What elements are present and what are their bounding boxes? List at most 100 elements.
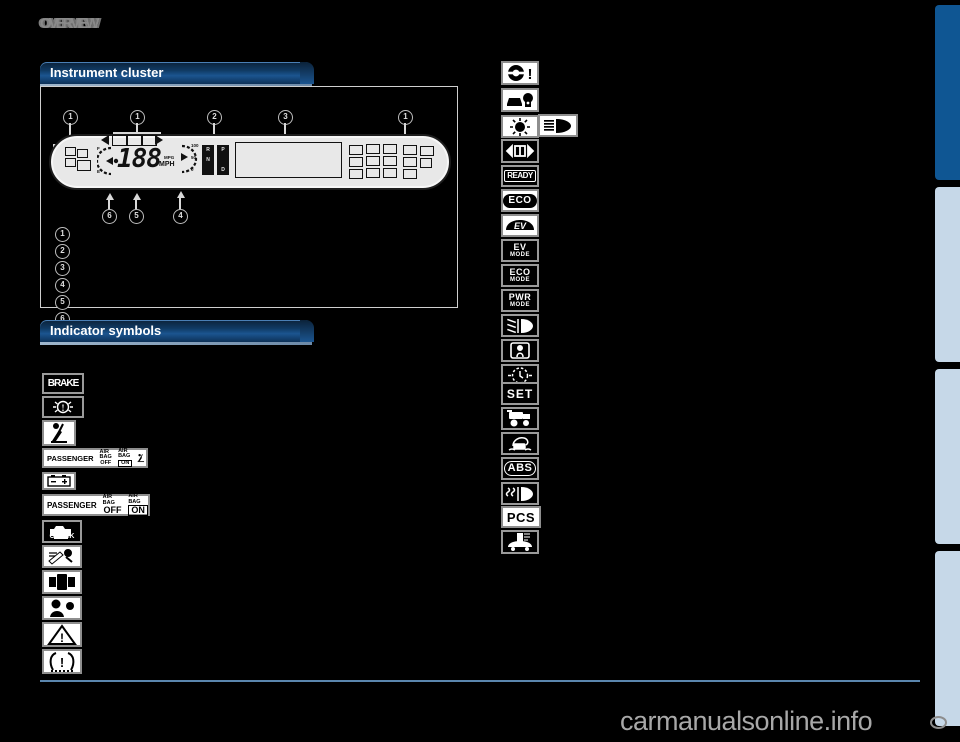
indicator-passenger-airbag-large: PASSENGER AIR BAG OFF AIR BAG ON [42, 493, 150, 516]
airbag-off-group: AIR BAG OFF [103, 494, 123, 515]
section-header-label: Indicator symbols [50, 323, 162, 338]
indicator-rear-fog-light-icon [501, 482, 539, 505]
indicator-seat-belt-reminder-icon [42, 420, 76, 446]
indicator-slip-icon [501, 432, 539, 455]
indicator-abs: ABS [501, 457, 539, 480]
sidebar-tab-4[interactable] [935, 551, 960, 726]
gear-cell-blank-2 [202, 165, 214, 175]
footer-rule [40, 680, 920, 682]
gear-cell-r: R [202, 145, 214, 155]
eco-meter-label: MPG [164, 155, 175, 160]
callout-6: 6 [102, 209, 117, 224]
indicator-child-seat-icon [501, 339, 539, 362]
callout-1-right: 1 [398, 110, 413, 125]
eco-meter: 100 50 0 MPG [164, 141, 202, 175]
indicator-brake-warning-icon: ! [42, 396, 84, 418]
indicator-eco: ECO [501, 189, 539, 212]
legend-item-5: 5 [55, 295, 70, 310]
indicator-ev-mode: EV MODE [501, 239, 539, 262]
indicator-front-fog-light-icon [501, 314, 539, 337]
indicator-pre-collision-system: PCS [501, 506, 541, 528]
callout-3: 3 [278, 110, 293, 125]
indicator-eco-mode: ECO MODE [501, 264, 539, 287]
legend-item-4: 4 [55, 278, 70, 293]
section-underline [40, 342, 312, 345]
on-label: ON [128, 505, 148, 516]
speedometer-digits: 188 [117, 144, 162, 174]
site-watermark: carmanualsonline.info [620, 706, 873, 736]
indicator-headlight-bulb-icon [501, 115, 539, 138]
indicator-maintenance-required-icon [42, 545, 82, 568]
indicator-battery-charge-icon [42, 472, 76, 490]
turn-left-arrow-icon [101, 135, 109, 145]
gear-cell-blank-1 [217, 155, 229, 165]
eco-scale-50: 50 [191, 155, 197, 160]
indicator-door-ajar-icon [42, 570, 82, 594]
page-title: OVERVIEW [40, 15, 100, 32]
indicator-sliding-door-icon [501, 139, 539, 163]
legend-item-1: 1 [55, 227, 70, 242]
callout-1-left: 1 [63, 110, 78, 125]
section-header-tab-edge [300, 62, 314, 84]
callout-1-turn: 1 [130, 110, 145, 125]
airbag-off-group: AIR BAG OFF [100, 449, 113, 467]
left-indicator-block [65, 147, 99, 177]
callout-4: 4 [173, 209, 188, 224]
legend-item-3: 3 [55, 261, 70, 276]
instrument-cluster-figure: 1 1 2 3 1 F E 188 MPH 100 50 0 MPG R P N… [40, 86, 458, 327]
airbag-label: AIR BAG [118, 447, 131, 460]
svg-text:!: ! [528, 66, 533, 83]
on-label: ON [118, 459, 133, 468]
indicator-security-icon [501, 88, 539, 112]
indicator-low-beam-icon [538, 114, 578, 137]
passenger-label: PASSENGER [47, 453, 94, 463]
sidebar-tab-1[interactable] [935, 5, 960, 180]
airbag-on-group: AIR BAG ON [128, 493, 148, 516]
indicator-srs-airbag-icon [42, 596, 82, 620]
fuel-gauge: F E [95, 145, 119, 176]
indicator-tire-pressure-warning-icon: ! [42, 649, 82, 674]
fuel-full-label: F [97, 146, 100, 151]
indicator-passenger-airbag-small: PASSENGER AIR BAG OFF AIR BAG ON [42, 448, 148, 468]
manual-page: OVERVIEW Instrument cluster 1 1 2 3 1 F … [0, 0, 960, 742]
indicator-ready: READY [501, 165, 539, 187]
sidebar-tab-2[interactable] [935, 187, 960, 362]
speed-unit-label: MPH [159, 161, 175, 168]
indicator-check-engine-icon: CHECK [42, 520, 82, 543]
svg-text:!: ! [60, 631, 64, 645]
airbag-label: AIR BAG [128, 493, 141, 505]
right-indicator-block [349, 143, 445, 183]
indicator-master-warning-icon: ! [42, 622, 82, 647]
indicator-hybrid-system-icon [501, 407, 539, 430]
shift-position-indicator: R P N D [202, 145, 232, 175]
section-header-tab-edge [300, 320, 314, 342]
legend-item-2: 2 [55, 244, 70, 259]
fuel-empty-label: E [97, 169, 101, 174]
passenger-label: PASSENGER [47, 500, 97, 510]
svg-text:!: ! [60, 655, 64, 670]
watermark-circle-icon [930, 716, 947, 729]
indicator-power-steering-warning-icon: ! [501, 61, 539, 85]
eco-scale-0: 0 [191, 167, 194, 172]
gear-cell-p: P [217, 145, 229, 155]
off-label: OFF [100, 459, 112, 466]
sidebar-tab-3[interactable] [935, 369, 960, 544]
leader-arrow-up [132, 193, 141, 200]
airbag-on-group: AIR BAG ON [118, 447, 133, 468]
indicator-vehicle-stability-icon [501, 530, 539, 554]
svg-text:!: ! [62, 403, 65, 413]
off-label: OFF [103, 505, 122, 515]
gear-cell-d: D [217, 165, 229, 175]
leader-arrow-up [176, 191, 185, 198]
section-header-instrument-cluster: Instrument cluster [40, 62, 314, 84]
multi-information-display [235, 142, 342, 178]
indicator-power-mode: PWR MODE [501, 289, 539, 312]
svg-text:EV: EV [514, 221, 527, 231]
callout-5: 5 [129, 209, 144, 224]
indicator-ev-icon: EV [501, 214, 539, 237]
gear-cell-n: N [202, 155, 214, 165]
callout-2: 2 [207, 110, 222, 125]
leader-arrow-up [105, 193, 114, 200]
section-header-label: Instrument cluster [50, 65, 164, 80]
figure-legend-list: 1 2 3 4 5 6 [55, 227, 70, 329]
